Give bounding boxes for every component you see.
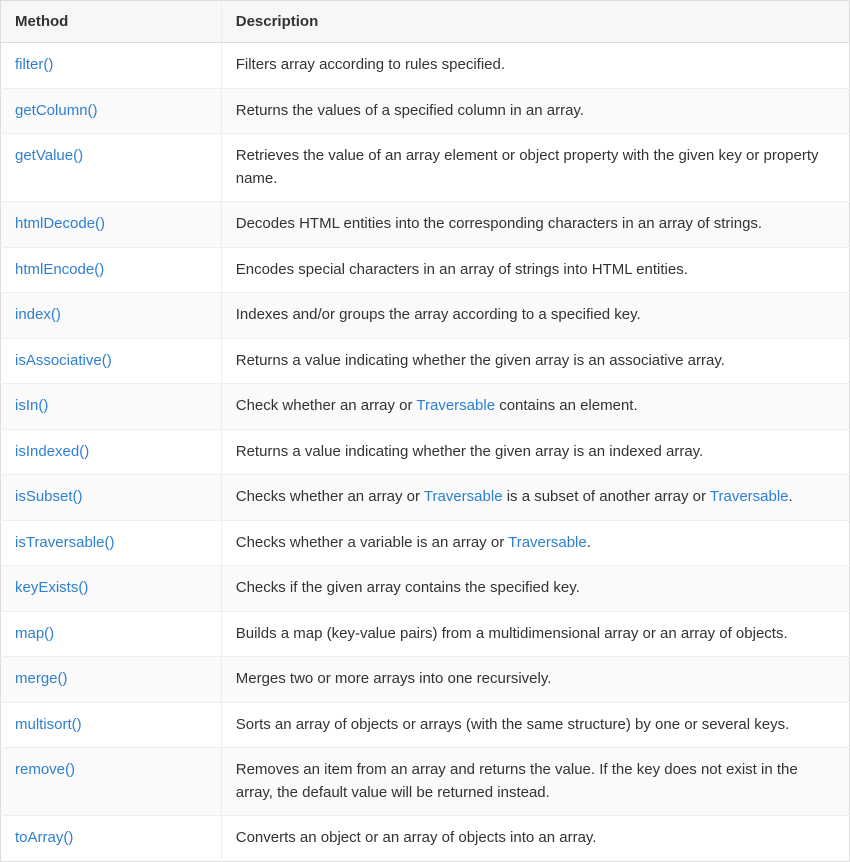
table-row: isIndexed() Returns a value indicating wh…	[1, 429, 850, 475]
table-row: filter() Filters array according to rules…	[1, 43, 850, 89]
description-text: Builds a map (key-value pairs) from a mu…	[236, 625, 788, 642]
method-link[interactable]: map()	[15, 625, 54, 642]
description-cell: Builds a map (key-value pairs) from a mu…	[221, 611, 849, 657]
method-cell: isIn()	[1, 384, 222, 430]
description-text: Checks if the given array contains the s…	[236, 579, 580, 596]
method-link[interactable]: getColumn()	[15, 102, 98, 119]
description-text: Checks whether an array or	[236, 488, 424, 505]
description-cell: Converts an object or an array of object…	[221, 816, 849, 862]
table-row: isSubset() Checks whether an array or Tra…	[1, 475, 850, 521]
description-text: .	[587, 534, 591, 551]
method-link[interactable]: isTraversable()	[15, 534, 114, 551]
method-link[interactable]: keyExists()	[15, 579, 88, 596]
table-row: index() Indexes and/or groups the array a…	[1, 293, 850, 339]
description-cell: Merges two or more arrays into one recur…	[221, 657, 849, 703]
table-row: map() Builds a map (key-value pairs) from…	[1, 611, 850, 657]
description-text: Returns a value indicating whether the g…	[236, 352, 725, 369]
traversable-link[interactable]: Traversable	[508, 534, 587, 551]
methods-table: Method Description filter() Filters array…	[0, 0, 850, 862]
method-cell: getColumn()	[1, 88, 222, 134]
method-link[interactable]: isAssociative()	[15, 352, 112, 369]
method-link[interactable]: toArray()	[15, 829, 73, 846]
description-cell: Encodes special characters in an array o…	[221, 247, 849, 293]
table-row: htmlDecode() Decodes HTML entities into t…	[1, 202, 850, 248]
method-cell: isAssociative()	[1, 338, 222, 384]
traversable-link[interactable]: Traversable	[416, 397, 495, 414]
method-cell: getValue()	[1, 134, 222, 202]
description-cell: Checks whether an array or Traversable i…	[221, 475, 849, 521]
description-cell: Check whether an array or Traversable co…	[221, 384, 849, 430]
description-text: Returns the values of a specified column…	[236, 102, 584, 119]
description-cell: Checks if the given array contains the s…	[221, 566, 849, 612]
description-cell: Filters array according to rules specifi…	[221, 43, 849, 89]
description-text: Checks whether a variable is an array or	[236, 534, 508, 551]
description-text: .	[789, 488, 793, 505]
description-cell: Returns a value indicating whether the g…	[221, 429, 849, 475]
method-cell: isSubset()	[1, 475, 222, 521]
method-link[interactable]: getValue()	[15, 147, 83, 164]
method-cell: map()	[1, 611, 222, 657]
description-cell: Returns a value indicating whether the g…	[221, 338, 849, 384]
table-row: remove() Removes an item from an array an…	[1, 748, 850, 816]
method-cell: htmlEncode()	[1, 247, 222, 293]
method-cell: keyExists()	[1, 566, 222, 612]
table-row: merge() Merges two or more arrays into on…	[1, 657, 850, 703]
description-cell: Removes an item from an array and return…	[221, 748, 849, 816]
table-body: filter() Filters array according to rules…	[1, 43, 850, 862]
description-text: is a subset of another array or	[503, 488, 710, 505]
table-row: toArray() Converts an object or an array …	[1, 816, 850, 862]
method-cell: htmlDecode()	[1, 202, 222, 248]
traversable-link[interactable]: Traversable	[710, 488, 789, 505]
traversable-link[interactable]: Traversable	[424, 488, 503, 505]
description-cell: Decodes HTML entities into the correspon…	[221, 202, 849, 248]
method-link[interactable]: remove()	[15, 761, 75, 778]
table-row: isTraversable() Checks whether a variable…	[1, 520, 850, 566]
method-link[interactable]: merge()	[15, 670, 68, 687]
description-text: Decodes HTML entities into the correspon…	[236, 215, 762, 232]
description-text: Filters array according to rules specifi…	[236, 56, 505, 73]
description-cell: Checks whether a variable is an array or…	[221, 520, 849, 566]
method-link[interactable]: isIndexed()	[15, 443, 89, 460]
table-row: keyExists() Checks if the given array con…	[1, 566, 850, 612]
description-text: contains an element.	[495, 397, 638, 414]
method-link[interactable]: isIn()	[15, 397, 48, 414]
description-text: Retrieves the value of an array element …	[236, 147, 819, 187]
description-text: Indexes and/or groups the array accordin…	[236, 306, 641, 323]
table-row: htmlEncode() Encodes special characters i…	[1, 247, 850, 293]
table-header-row: Method Description	[1, 1, 850, 43]
table-row: multisort() Sorts an array of objects or …	[1, 702, 850, 748]
description-text: Converts an object or an array of object…	[236, 829, 597, 846]
method-cell: toArray()	[1, 816, 222, 862]
method-cell: index()	[1, 293, 222, 339]
header-description: Description	[221, 1, 849, 43]
method-link[interactable]: htmlEncode()	[15, 261, 104, 278]
method-cell: remove()	[1, 748, 222, 816]
description-cell: Sorts an array of objects or arrays (wit…	[221, 702, 849, 748]
description-cell: Returns the values of a specified column…	[221, 88, 849, 134]
method-cell: isIndexed()	[1, 429, 222, 475]
method-link[interactable]: isSubset()	[15, 488, 83, 505]
method-cell: multisort()	[1, 702, 222, 748]
description-text: Encodes special characters in an array o…	[236, 261, 688, 278]
method-link[interactable]: index()	[15, 306, 61, 323]
method-cell: merge()	[1, 657, 222, 703]
description-text: Check whether an array or	[236, 397, 417, 414]
table-row: isIn() Check whether an array or Traversa…	[1, 384, 850, 430]
description-text: Sorts an array of objects or arrays (wit…	[236, 716, 790, 733]
method-cell: isTraversable()	[1, 520, 222, 566]
description-cell: Indexes and/or groups the array accordin…	[221, 293, 849, 339]
table-row: getValue() Retrieves the value of an arra…	[1, 134, 850, 202]
method-link[interactable]: filter()	[15, 56, 53, 73]
description-text: Returns a value indicating whether the g…	[236, 443, 703, 460]
description-text: Merges two or more arrays into one recur…	[236, 670, 552, 687]
description-text: Removes an item from an array and return…	[236, 761, 798, 801]
header-method: Method	[1, 1, 222, 43]
description-cell: Retrieves the value of an array element …	[221, 134, 849, 202]
table-row: isAssociative() Returns a value indicatin…	[1, 338, 850, 384]
table-row: getColumn() Returns the values of a speci…	[1, 88, 850, 134]
method-link[interactable]: htmlDecode()	[15, 215, 105, 232]
method-link[interactable]: multisort()	[15, 716, 82, 733]
method-cell: filter()	[1, 43, 222, 89]
